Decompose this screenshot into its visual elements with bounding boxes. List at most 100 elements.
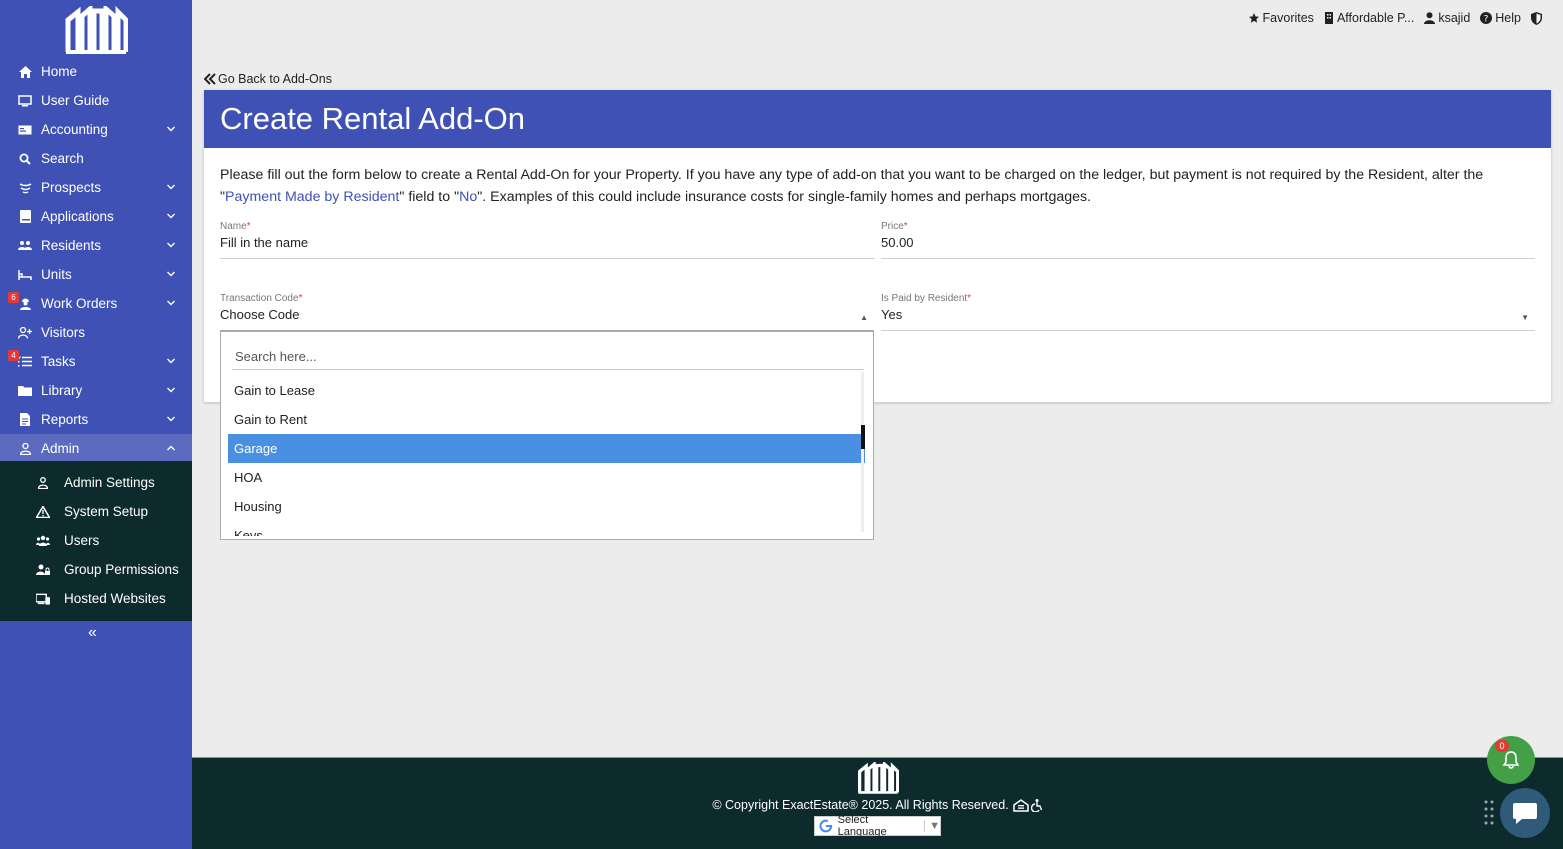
help-link[interactable]: ? Help xyxy=(1480,11,1521,25)
subnav-item-label: System Setup xyxy=(64,504,149,519)
price-label: Price* xyxy=(881,221,908,232)
name-input[interactable]: Fill in the name xyxy=(220,235,875,259)
chevron-down-icon xyxy=(167,416,175,422)
language-caret-icon: ▼ xyxy=(924,820,940,832)
subnav-item-label: Users xyxy=(64,533,100,548)
sidebar-item-label: Reports xyxy=(41,412,89,427)
property-selector[interactable]: Affordable P... xyxy=(1324,11,1414,25)
sidebar-item-reports[interactable]: Reports xyxy=(0,405,192,434)
sidebar-item-home[interactable]: Home xyxy=(0,57,192,86)
collapse-sidebar-button[interactable]: « xyxy=(88,624,97,642)
admin-icon xyxy=(18,442,32,456)
list-icon xyxy=(18,355,32,369)
dropdown-search-input[interactable] xyxy=(232,344,864,370)
dropdown-option[interactable]: Housing xyxy=(228,492,865,521)
search-icon xyxy=(18,152,32,166)
sidebar-item-residents[interactable]: Residents xyxy=(0,231,192,260)
subnav-item-group-permissions[interactable]: Group Permissions xyxy=(0,555,192,584)
caret-down-icon: ▼ xyxy=(1521,313,1529,322)
name-field: Name* Fill in the name xyxy=(220,221,875,259)
sidebar-item-label: Search xyxy=(41,151,84,166)
notifications-button[interactable] xyxy=(1487,736,1535,784)
help-icon: ? xyxy=(1480,12,1493,24)
accessibility-icon xyxy=(1030,798,1042,812)
sidebar-item-user-guide[interactable]: User Guide xyxy=(0,86,192,115)
footer: © Copyright ExactEstate® 2025. All Right… xyxy=(192,757,1563,849)
bed-icon xyxy=(18,268,32,282)
subnav-item-users[interactable]: Users xyxy=(0,526,192,555)
sidebar-item-admin[interactable]: Admin xyxy=(0,434,192,463)
favorites-link[interactable]: Favorites xyxy=(1248,11,1314,25)
intro-highlight-value: No xyxy=(459,189,478,205)
sidebar-item-label: Units xyxy=(41,267,72,282)
subnav-item-label: Admin Settings xyxy=(64,475,155,490)
accessibility-shield-button[interactable] xyxy=(1531,11,1545,25)
language-selector[interactable]: Select Language ▼ xyxy=(814,814,941,838)
subnav-item-hosted-websites[interactable]: Hosted Websites xyxy=(0,584,192,613)
folder-icon xyxy=(18,384,32,398)
sidebar-item-tasks[interactable]: Tasks 4 xyxy=(0,347,192,376)
subnav-item-label: Group Permissions xyxy=(64,562,179,577)
subnav-item-system-setup[interactable]: System Setup xyxy=(0,497,192,526)
sidebar-item-work-orders[interactable]: Work Orders 6 xyxy=(0,289,192,318)
sidebar-item-library[interactable]: Library xyxy=(0,376,192,405)
user-plus-icon xyxy=(18,326,32,340)
subnav-item-admin-settings[interactable]: Admin Settings xyxy=(0,468,192,497)
building-icon xyxy=(1324,12,1333,24)
sidebar-item-label: Accounting xyxy=(41,122,108,137)
dropdown-option[interactable]: Gain to Rent xyxy=(228,405,865,434)
funnel-icon xyxy=(18,181,32,195)
guide-icon xyxy=(18,94,32,108)
dropdown-option[interactable]: Garage xyxy=(228,434,865,463)
price-input[interactable]: 50.00 xyxy=(881,235,1535,259)
sidebar-item-applications[interactable]: Applications xyxy=(0,202,192,231)
caret-up-icon: ▲ xyxy=(860,313,868,322)
sidebar-item-label: Library xyxy=(41,383,83,398)
dropdown-scrollbar-track[interactable] xyxy=(861,372,864,532)
sidebar-item-prospects[interactable]: Prospects xyxy=(0,173,192,202)
page-title: Create Rental Add-On xyxy=(204,90,1551,148)
sidebar-item-label: Applications xyxy=(41,209,114,224)
chevron-down-icon xyxy=(167,271,175,277)
google-g-icon xyxy=(819,819,833,833)
sidebar-item-label: Visitors xyxy=(41,325,86,340)
chevron-up-icon xyxy=(167,445,175,451)
sidebar-item-units[interactable]: Units xyxy=(0,260,192,289)
price-field: Price* 50.00 xyxy=(881,221,1535,259)
help-label: Help xyxy=(1495,11,1521,25)
paid-by-resident-select[interactable]: Yes ▼ xyxy=(881,307,1535,331)
sidebar-item-label: Tasks xyxy=(41,354,76,369)
worker-icon xyxy=(18,297,32,311)
equal-housing-icon xyxy=(1012,798,1029,812)
paid-by-resident-label: Is Paid by Resident* xyxy=(881,293,972,304)
dropdown-scrollbar-thumb[interactable] xyxy=(861,425,865,449)
go-back-link[interactable]: Go Back to Add-Ons xyxy=(204,72,332,86)
chevron-down-icon xyxy=(167,242,175,248)
shield-icon xyxy=(1531,11,1542,25)
dropdown-option[interactable]: HOA xyxy=(228,463,865,492)
chevron-down-icon xyxy=(167,387,175,393)
favorites-label: Favorites xyxy=(1262,11,1314,25)
sidebar-item-visitors[interactable]: Visitors xyxy=(0,318,192,347)
sidebar-item-accounting[interactable]: Accounting xyxy=(0,115,192,144)
home-icon xyxy=(18,65,32,79)
user-label: ksajid xyxy=(1438,11,1471,25)
transaction-code-select[interactable]: Choose Code ▲ xyxy=(220,307,874,331)
exactestate-logo[interactable] xyxy=(64,6,128,54)
drag-handle-icon[interactable] xyxy=(1484,800,1494,826)
people-icon xyxy=(18,239,32,253)
sidebar-item-label: Work Orders xyxy=(41,296,118,311)
dropdown-option[interactable]: Keys xyxy=(228,521,865,536)
sidebar-item-search[interactable]: Search xyxy=(0,144,192,173)
chevron-down-icon xyxy=(167,126,175,132)
double-chevron-left-icon xyxy=(204,73,216,85)
chat-button[interactable] xyxy=(1500,788,1550,838)
bell-icon xyxy=(1502,751,1520,769)
chevron-down-icon xyxy=(167,213,175,219)
admin-settings-icon xyxy=(36,476,50,490)
users-icon xyxy=(36,534,50,548)
user-menu[interactable]: ksajid xyxy=(1424,11,1470,25)
language-label: Select Language xyxy=(837,814,887,838)
star-icon xyxy=(1248,13,1259,23)
dropdown-option[interactable]: Gain to Lease xyxy=(228,376,865,405)
